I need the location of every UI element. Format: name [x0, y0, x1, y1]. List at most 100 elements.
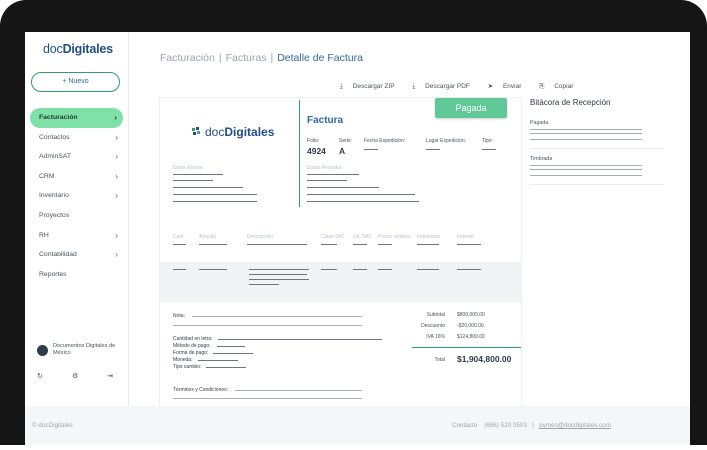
chevron-right-icon: ›: [115, 132, 118, 142]
tipo-label: Tipo:: [482, 138, 493, 144]
chevron-right-icon: ›: [114, 113, 117, 122]
divider: [530, 148, 664, 149]
table-row: [160, 262, 521, 302]
organization-icon: [37, 345, 48, 356]
breadcrumb-separator: |: [218, 52, 222, 64]
cell-line: [417, 269, 439, 270]
serie-value: A: [339, 146, 346, 156]
sidebar-item-facturacion[interactable]: Facturación ›: [30, 108, 123, 128]
moneda-label: Moneda:: [173, 357, 193, 363]
invoice-logo: docDigitales: [192, 125, 274, 139]
lugar-field: Lugar Expedición:: [426, 138, 466, 144]
copy-icon: ⎘: [539, 83, 547, 90]
download-pdf-button[interactable]: ⤓ Descargar PDF: [412, 83, 477, 90]
log-entry-stamped: Timbrada: [530, 156, 553, 162]
cell-line: [353, 244, 367, 245]
main-content: Facturación | Facturas | Detalle de Factura …: [130, 32, 690, 406]
send-label: Enviar: [502, 83, 522, 90]
lugar-value-line: [426, 149, 440, 150]
breadcrumb-facturas[interactable]: Facturas: [226, 52, 267, 64]
total-divider: [412, 347, 521, 348]
text-line: [173, 187, 243, 188]
app-screen: docDigitales + Nuevo Facturación › Contac…: [25, 32, 690, 445]
reception-log: Bitácora de Recepción Pagada Timbrada: [530, 98, 664, 185]
download-icon: ⤓: [340, 83, 345, 90]
sidebar-item-crm[interactable]: CRM ›: [25, 167, 129, 187]
col-precio: Precio Unitario: [378, 234, 411, 240]
new-button[interactable]: + Nuevo: [31, 72, 120, 92]
text-line: [530, 129, 642, 130]
col-descripcion: Descripción: [247, 234, 274, 240]
brand-mark-icon: [192, 127, 200, 135]
contact-phone[interactable]: (686) 520 0503: [484, 422, 527, 429]
text-line: [173, 201, 257, 202]
text-line: [307, 201, 419, 202]
contact-email[interactable]: pymes@docdigitales.com: [539, 422, 611, 429]
text-line: [307, 194, 415, 195]
text-line: [173, 325, 362, 326]
sidebar-item-contactos[interactable]: Contactos ›: [25, 128, 129, 148]
text-line: [530, 165, 642, 166]
sidebar-item-inventario[interactable]: Inventario ›: [25, 186, 129, 206]
download-zip-button[interactable]: ⤓ Descargar ZIP: [340, 83, 403, 90]
invoice-logo-bold: Digitales: [224, 125, 275, 139]
text-line: [192, 316, 362, 317]
folio-field: Folio: 4924: [307, 138, 326, 156]
cell-line: [378, 244, 392, 245]
total-value: $1,904,800.00: [457, 354, 512, 364]
text-line: [307, 174, 359, 175]
lugar-label: Lugar Expedición:: [426, 138, 467, 144]
text-line: [173, 194, 257, 195]
terminos-label: Términos y Condiciones:: [173, 387, 229, 393]
sidebar-item-label: Contabilidad: [39, 251, 77, 259]
cell-line: [249, 269, 309, 270]
organization-name: Documentos Digitales de México: [53, 343, 116, 356]
contact-separator: |: [532, 422, 534, 429]
text-line: [173, 398, 362, 399]
cell-line: [249, 284, 279, 285]
col-clave-sat: Clave SAT: [321, 234, 345, 240]
sidebar-footer-icons: ↻ ⚙ ⇥: [25, 372, 129, 384]
subtotal-label: Subtotal: [426, 312, 445, 318]
receptor-label: Datos Receptor: [307, 165, 342, 171]
breadcrumb-facturacion[interactable]: Facturación: [160, 52, 215, 64]
footer: © docDigitales Contacto (686) 520 0503 |…: [25, 406, 690, 445]
text-line: [206, 367, 246, 368]
gear-icon[interactable]: ⚙: [72, 372, 78, 380]
chevron-right-icon: ›: [115, 171, 118, 181]
col-cant: Cant.: [173, 234, 185, 240]
refresh-icon[interactable]: ↻: [37, 372, 43, 380]
text-line: [173, 180, 213, 181]
sidebar-item-label: Facturación: [39, 114, 78, 121]
text-line: [218, 339, 382, 340]
download-icon: ⤓: [412, 83, 418, 90]
sidebar-item-proyectos[interactable]: Proyectos: [25, 206, 129, 226]
logo-prefix: doc: [43, 42, 63, 56]
cell-line: [249, 279, 309, 280]
send-button[interactable]: ➤ Enviar: [488, 83, 530, 90]
invoice-logo-prefix: doc: [205, 125, 225, 139]
text-line: [198, 360, 238, 361]
download-pdf-label: Descargar PDF: [425, 83, 470, 90]
tipo-field: Tipo:: [482, 138, 493, 144]
sidebar-item-label: CRM: [39, 172, 55, 180]
sidebar-item-label: AdminSAT: [39, 153, 71, 161]
sidebar-item-rh[interactable]: RH ›: [25, 226, 129, 246]
copy-button[interactable]: ⎘ Copiar: [539, 83, 581, 90]
cell-line: [353, 269, 367, 270]
sidebar-nav: Facturación › Contactos › AdminSAT › CRM › I…: [25, 108, 129, 284]
contact-info: Contacto (686) 520 0503 | pymes@docdigit…: [452, 422, 611, 429]
status-badge[interactable]: Pagada: [435, 98, 507, 118]
cell-line: [173, 269, 186, 270]
sidebar-item-adminsat[interactable]: AdminSAT ›: [25, 147, 129, 167]
text-line: [307, 180, 347, 181]
sidebar-item-reportes[interactable]: Reportes: [25, 265, 129, 285]
invoice-title: Factura: [307, 115, 344, 126]
forma-pago-label: Forma de pago:: [173, 350, 209, 356]
total-label: Total: [434, 357, 445, 363]
sidebar-item-contabilidad[interactable]: Contabilidad ›: [25, 245, 129, 265]
cell-line: [249, 274, 307, 275]
chevron-right-icon: ›: [115, 230, 118, 240]
app-logo[interactable]: docDigitales: [43, 42, 113, 56]
logout-icon[interactable]: ⇥: [107, 372, 113, 380]
